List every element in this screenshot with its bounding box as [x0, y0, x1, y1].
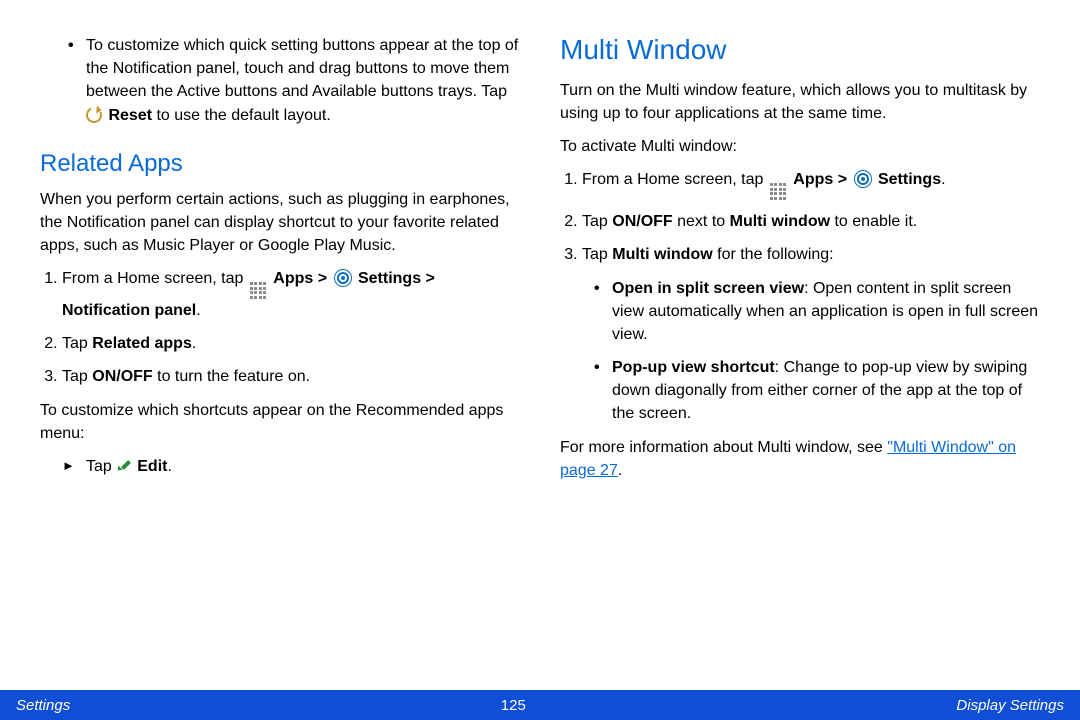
tap-edit-row: Tap Edit. — [40, 455, 520, 478]
step-3: Tap ON/OFF to turn the feature on. — [62, 365, 520, 388]
multi-window-intro: Turn on the Multi window feature, which … — [560, 79, 1040, 125]
quick-settings-bullet-list: To customize which quick setting buttons… — [40, 34, 520, 127]
sub-bullet-split-screen: Open in split screen view: Open content … — [582, 277, 1040, 347]
settings-icon — [334, 269, 352, 287]
multi-window-steps: From a Home screen, tap Apps > Settings.… — [582, 168, 1040, 426]
apps-label: Apps — [793, 171, 833, 188]
step-1: From a Home screen, tap Apps > Settings … — [62, 267, 520, 322]
related-apps-bold: Related apps — [92, 335, 192, 352]
page-footer: Settings 125 Display Settings — [0, 690, 1080, 720]
customize-shortcuts-intro: To customize which shortcuts appear on t… — [40, 399, 520, 445]
onoff-bold: ON/OFF — [92, 368, 152, 385]
footer-right: Display Settings — [956, 697, 1064, 714]
left-column: To customize which quick setting buttons… — [40, 30, 520, 680]
sub-bullet-popup: Pop-up view shortcut: Change to pop-up v… — [582, 356, 1040, 426]
footer-page-number: 125 — [501, 697, 526, 714]
page-body: To customize which quick setting buttons… — [0, 0, 1080, 690]
settings-icon — [854, 170, 872, 188]
settings-label: Settings — [358, 270, 421, 287]
apps-icon — [770, 183, 787, 200]
footer-left: Settings — [16, 697, 70, 714]
activate-line: To activate Multi window: — [560, 135, 1040, 158]
related-apps-steps: From a Home screen, tap Apps > Settings … — [62, 267, 520, 389]
quick-settings-customize-bullet: To customize which quick setting buttons… — [40, 34, 520, 127]
apps-icon — [250, 282, 267, 299]
mw-step-1: From a Home screen, tap Apps > Settings. — [582, 168, 1040, 200]
right-column: Multi Window Turn on the Multi window fe… — [560, 30, 1040, 680]
mw-step-2: Tap ON/OFF next to Multi window to enabl… — [582, 210, 1040, 233]
bullet-text-suffix: to use the default layout. — [152, 107, 331, 124]
related-apps-heading: Related Apps — [40, 147, 520, 182]
multi-window-heading: Multi Window — [560, 30, 1040, 71]
reset-label: Reset — [108, 107, 152, 124]
edit-label: Edit — [137, 458, 167, 475]
settings-label: Settings — [878, 171, 941, 188]
edit-tap-list: Tap Edit. — [40, 455, 520, 478]
edit-icon — [118, 457, 134, 473]
mw-step-3: Tap Multi window for the following: Open… — [582, 243, 1040, 425]
mw-sub-bullets: Open in split screen view: Open content … — [582, 277, 1040, 426]
apps-label: Apps — [273, 270, 313, 287]
bullet-text-prefix: To customize which quick setting buttons… — [86, 37, 518, 100]
related-apps-intro: When you perform certain actions, such a… — [40, 188, 520, 258]
notification-panel-label: Notification panel — [62, 302, 196, 319]
more-info-line: For more information about Multi window,… — [560, 436, 1040, 482]
step-2: Tap Related apps. — [62, 332, 520, 355]
reset-icon — [84, 104, 105, 125]
